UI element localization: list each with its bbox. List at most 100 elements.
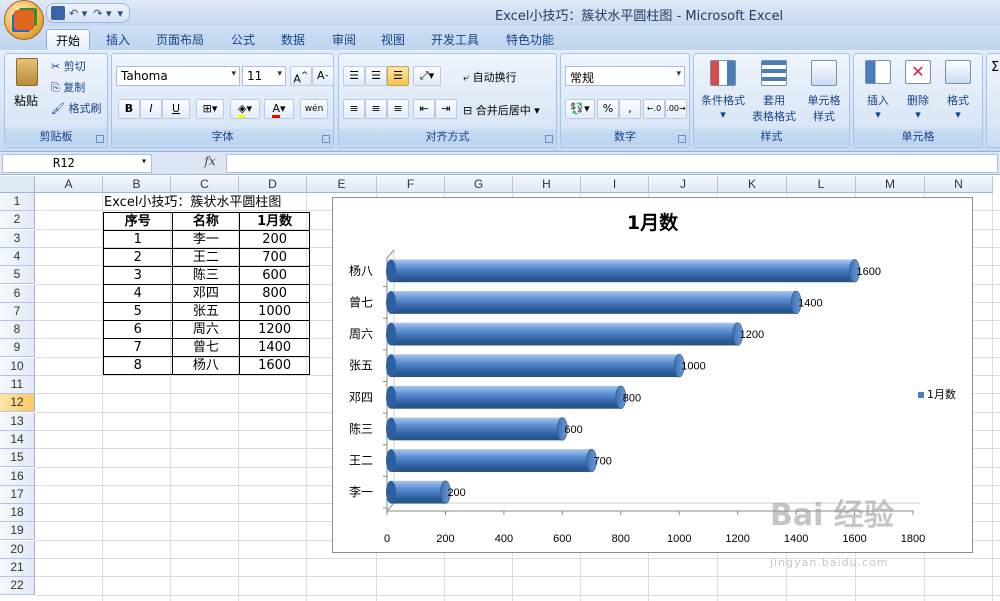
column-header[interactable]: A: [35, 176, 103, 193]
paste-button[interactable]: 粘贴: [11, 58, 41, 112]
font-name-combo[interactable]: Tahoma: [116, 66, 240, 86]
phonetic-button[interactable]: wén: [300, 99, 328, 119]
table-cell[interactable]: 6: [103, 320, 173, 339]
insert-cells-button[interactable]: 插入 ▾: [858, 60, 898, 121]
row-header[interactable]: 20: [0, 540, 35, 559]
table-cell[interactable]: 7: [103, 338, 173, 357]
row-header[interactable]: 15: [0, 449, 35, 468]
tab-review[interactable]: 审阅: [323, 29, 365, 50]
column-header[interactable]: F: [377, 176, 445, 193]
table-cell[interactable]: 1000: [239, 302, 310, 321]
table-cell[interactable]: 8: [103, 356, 173, 375]
bold-button[interactable]: B: [118, 99, 140, 119]
column-header[interactable]: L: [787, 176, 856, 193]
table-cell[interactable]: 600: [239, 266, 310, 285]
table-cell[interactable]: 杨八: [171, 356, 241, 375]
number-format-combo[interactable]: 常规: [565, 66, 685, 86]
border-button[interactable]: ⊞▾: [196, 99, 224, 119]
increase-indent-button[interactable]: ⇥: [435, 99, 457, 119]
table-cell[interactable]: 1: [103, 230, 173, 249]
column-header[interactable]: C: [171, 176, 239, 193]
percent-button[interactable]: %: [597, 99, 619, 119]
table-cell[interactable]: 周六: [171, 320, 241, 339]
format-as-table-button[interactable]: 套用 表格格式: [748, 60, 800, 124]
delete-cells-button[interactable]: ✕ 删除 ▾: [898, 60, 938, 121]
row-header[interactable]: 12: [0, 394, 35, 413]
column-header[interactable]: G: [445, 176, 513, 193]
italic-button[interactable]: I: [140, 99, 162, 119]
autosum-button[interactable]: Σ: [991, 60, 999, 75]
table-cell[interactable]: 800: [239, 284, 310, 303]
tab-insert[interactable]: 插入: [97, 29, 139, 50]
table-cell[interactable]: 邓四: [171, 284, 241, 303]
table-cell[interactable]: 5: [103, 302, 173, 321]
currency-button[interactable]: 💱▾: [565, 99, 595, 119]
insert-function-button[interactable]: fx: [196, 154, 224, 173]
column-header[interactable]: K: [718, 176, 787, 193]
fill-color-button[interactable]: ◈▾: [230, 99, 260, 119]
table-cell[interactable]: 李一: [171, 230, 241, 249]
row-header[interactable]: 22: [0, 577, 35, 596]
row-header[interactable]: 11: [0, 376, 35, 394]
column-header[interactable]: E: [307, 176, 377, 193]
decrease-indent-button[interactable]: ⇤: [413, 99, 435, 119]
column-header[interactable]: M: [856, 176, 925, 193]
formula-input[interactable]: [226, 154, 998, 173]
font-launcher-icon[interactable]: [322, 135, 330, 143]
clipboard-launcher-icon[interactable]: [96, 135, 104, 143]
align-bottom-button[interactable]: ☰: [387, 66, 409, 86]
table-cell[interactable]: 3: [103, 266, 173, 285]
save-icon[interactable]: [51, 6, 65, 20]
format-cells-button[interactable]: 格式 ▾: [938, 60, 978, 121]
redo-icon[interactable]: ↷ ▾: [91, 7, 113, 20]
undo-icon[interactable]: ↶ ▾: [67, 7, 89, 20]
align-middle-button[interactable]: ☰: [365, 66, 387, 86]
row-header[interactable]: 9: [0, 339, 35, 358]
row-header[interactable]: 18: [0, 504, 35, 523]
row-header[interactable]: 4: [0, 247, 35, 266]
table-cell[interactable]: 张五: [171, 302, 241, 321]
header-cell[interactable]: 名称: [171, 212, 241, 231]
cell-styles-button[interactable]: 单元格 样式: [800, 60, 848, 124]
cut-button[interactable]: ✂ 剪切: [51, 58, 86, 74]
header-cell[interactable]: 序号: [103, 212, 173, 231]
row-header[interactable]: 16: [0, 467, 35, 486]
align-top-button[interactable]: ☰: [343, 66, 365, 86]
column-header[interactable]: D: [239, 176, 307, 193]
customize-qat-icon[interactable]: ▾: [116, 7, 126, 20]
column-header[interactable]: I: [581, 176, 649, 193]
align-left-button[interactable]: ≡: [343, 99, 365, 119]
row-header[interactable]: 21: [0, 559, 35, 577]
tab-home[interactable]: 开始: [46, 29, 91, 50]
number-launcher-icon[interactable]: [678, 135, 686, 143]
alignment-launcher-icon[interactable]: [545, 135, 553, 143]
column-header[interactable]: N: [925, 176, 993, 193]
font-color-button[interactable]: A▾: [264, 99, 294, 119]
shrink-font-button[interactable]: Aˇ: [312, 66, 334, 86]
table-cell[interactable]: 1600: [239, 356, 310, 375]
office-button[interactable]: [4, 0, 44, 40]
header-cell[interactable]: 1月数: [239, 212, 310, 231]
copy-button[interactable]: ⎘ 复制: [51, 79, 85, 95]
table-cell[interactable]: 2: [103, 248, 173, 267]
row-header[interactable]: 8: [0, 321, 35, 340]
tab-page-layout[interactable]: 页面布局: [147, 29, 213, 50]
wrap-text-button[interactable]: ⤶ 自动换行: [463, 69, 517, 85]
row-header[interactable]: 1: [0, 193, 35, 211]
sheet-title-cell[interactable]: Excel小技巧：簇状水平圆柱图: [104, 194, 304, 212]
table-cell[interactable]: 1200: [239, 320, 310, 339]
comma-button[interactable]: ,: [619, 99, 641, 119]
row-header[interactable]: 6: [0, 284, 35, 303]
decrease-decimal-button[interactable]: .00→: [665, 99, 687, 119]
table-cell[interactable]: 王二: [171, 248, 241, 267]
increase-decimal-button[interactable]: ←.0: [643, 99, 665, 119]
table-cell[interactable]: 曾七: [171, 338, 241, 357]
table-cell[interactable]: 200: [239, 230, 310, 249]
tab-data[interactable]: 数据: [272, 29, 314, 50]
tab-view[interactable]: 视图: [372, 29, 414, 50]
row-header[interactable]: 3: [0, 229, 35, 248]
table-cell[interactable]: 4: [103, 284, 173, 303]
tab-special-features[interactable]: 特色功能: [497, 29, 563, 50]
row-header[interactable]: 17: [0, 485, 35, 504]
grow-font-button[interactable]: A^: [290, 66, 312, 86]
